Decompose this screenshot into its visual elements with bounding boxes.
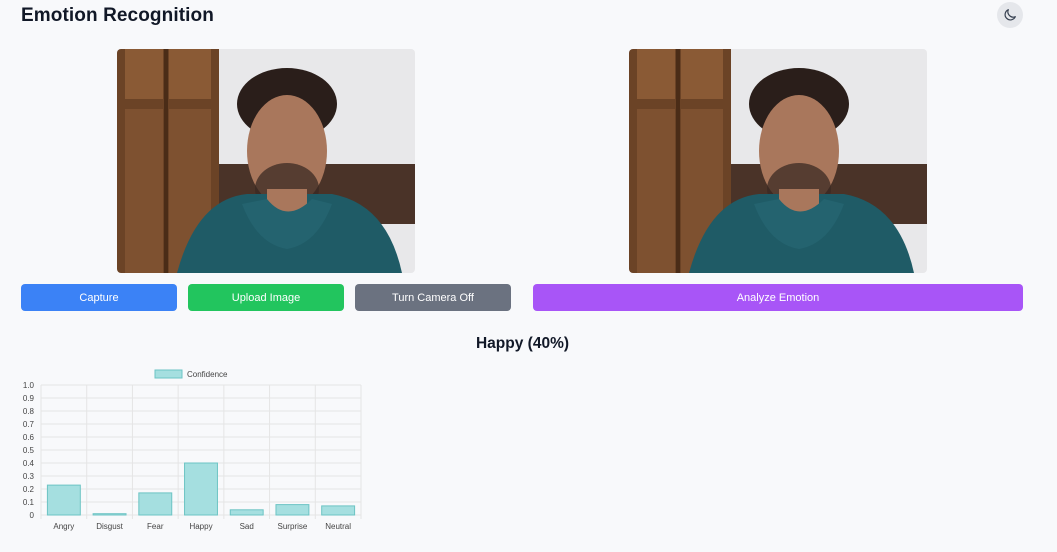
app-title: Emotion Recognition <box>21 5 214 26</box>
x-tick-label: Surprise <box>278 522 308 531</box>
y-tick-label: 0.1 <box>23 498 35 507</box>
camera-preview <box>117 49 415 273</box>
analyze-emotion-button[interactable]: Analyze Emotion <box>533 284 1023 311</box>
y-tick-label: 0 <box>30 511 35 520</box>
upload-image-button[interactable]: Upload Image <box>188 284 344 311</box>
y-tick-label: 0.6 <box>23 433 35 442</box>
bar-neutral <box>321 505 356 516</box>
x-tick-label: Disgust <box>96 522 123 531</box>
y-tick-label: 1.0 <box>23 381 35 390</box>
y-tick-label: 0.8 <box>23 407 35 416</box>
y-tick-label: 0.7 <box>23 420 35 429</box>
x-tick-label: Neutral <box>325 522 351 531</box>
x-tick-label: Sad <box>240 522 254 531</box>
capture-button[interactable]: Capture <box>21 284 177 311</box>
y-tick-label: 0.3 <box>23 472 35 481</box>
confidence-chart: 0 0.1 0.2 0.3 0.4 0.5 0.6 0.7 0.8 0.9 1.0 Angry Disg… <box>23 369 362 531</box>
emotion-result: Happy (40%) <box>475 335 570 352</box>
y-tick-label: 0.4 <box>23 459 35 468</box>
x-tick-label: Angry <box>53 522 74 531</box>
bar-happy <box>184 462 218 516</box>
x-tick-label: Fear <box>147 522 164 531</box>
legend-swatch <box>154 369 183 379</box>
moon-icon <box>1004 9 1016 21</box>
y-tick-label: 0.5 <box>23 446 35 455</box>
legend-label: Confidence <box>187 370 228 379</box>
y-tick-label: 0.9 <box>23 394 35 403</box>
y-tick-label: 0.2 <box>23 485 35 494</box>
theme-toggle-button[interactable] <box>997 2 1023 28</box>
x-tick-label: Happy <box>189 522 212 531</box>
turn-camera-off-button[interactable]: Turn Camera Off <box>355 284 511 311</box>
bar-disgust <box>92 513 127 516</box>
bar-fear <box>138 492 173 516</box>
bar-surprise <box>275 504 310 516</box>
captured-image <box>629 49 927 273</box>
bar-angry <box>46 484 81 516</box>
bar-sad <box>229 509 264 516</box>
